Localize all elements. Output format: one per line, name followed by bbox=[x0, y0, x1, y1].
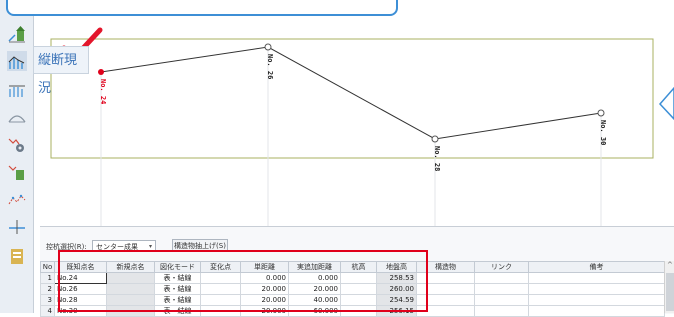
column-header[interactable]: 新規点名 bbox=[106, 261, 155, 273]
row-number: 2 bbox=[40, 283, 55, 295]
point-label: No. 24 bbox=[99, 79, 107, 104]
structure-cell[interactable] bbox=[416, 294, 475, 306]
chevron-up-icon[interactable]: ^ bbox=[667, 261, 673, 269]
column-header[interactable]: 地盤高 bbox=[376, 261, 417, 273]
column-header[interactable]: 杭高 bbox=[340, 261, 377, 273]
stake-select[interactable]: センター成果 ▾ bbox=[92, 240, 156, 252]
ground-profile-line bbox=[100, 46, 602, 140]
single-distance-cell[interactable]: 20.000 bbox=[240, 283, 289, 295]
single-distance-cell[interactable]: 20.000 bbox=[240, 305, 289, 317]
known-point-cell[interactable]: No.28 bbox=[54, 294, 107, 306]
table-row[interactable]: 3 No.28 表・結線 20.000 40.000 254.59 bbox=[40, 294, 665, 306]
column-header[interactable]: 構造物 bbox=[416, 261, 475, 273]
ground-height-cell[interactable]: 254.59 bbox=[376, 294, 417, 306]
note-cell[interactable] bbox=[528, 272, 665, 284]
stake-height-cell[interactable] bbox=[340, 272, 377, 284]
structure-cell[interactable] bbox=[416, 283, 475, 295]
link-cell[interactable] bbox=[474, 272, 529, 284]
document-icon[interactable] bbox=[7, 246, 27, 266]
ground-height-cell[interactable]: 256.15 bbox=[376, 305, 417, 317]
table-row[interactable]: 4 No.30 表・結線 20.000 60.000 256.15 bbox=[40, 305, 665, 317]
collapse-arrow-icon[interactable] bbox=[658, 86, 674, 121]
stake-height-cell[interactable] bbox=[340, 283, 377, 295]
known-point-cell[interactable]: No.24 bbox=[54, 272, 107, 284]
link-cell[interactable] bbox=[474, 305, 529, 317]
mode-cell[interactable]: 表・結線 bbox=[154, 294, 201, 306]
note-cell[interactable] bbox=[528, 294, 665, 306]
link-cell[interactable] bbox=[474, 283, 529, 295]
profile-view: No. 24 No. 26 No. 28 No. 30 bbox=[50, 27, 674, 230]
note-cell[interactable] bbox=[528, 305, 665, 317]
row-number: 1 bbox=[40, 272, 55, 284]
new-point-cell[interactable] bbox=[106, 305, 155, 317]
mode-cell[interactable]: 表・結線 bbox=[154, 272, 201, 284]
profile-point[interactable] bbox=[264, 43, 272, 51]
point-label: No. 26 bbox=[266, 54, 274, 79]
stake-height-cell[interactable] bbox=[340, 294, 377, 306]
structure-cell[interactable] bbox=[416, 272, 475, 284]
vertical-scrollbar[interactable]: ^ bbox=[664, 261, 674, 313]
point-label: No. 28 bbox=[433, 146, 441, 171]
tool-tooltip: 縦断現況 bbox=[33, 46, 89, 96]
new-point-cell[interactable] bbox=[106, 283, 155, 295]
cumulative-distance-cell[interactable]: 40.000 bbox=[288, 294, 341, 306]
change-point-cell[interactable] bbox=[200, 272, 241, 284]
table-header-row: No 既知点名 新規点名 図化モード 変化点 単距離 実追加距離 杭高 地盤高 … bbox=[40, 261, 665, 273]
single-distance-cell[interactable]: 20.000 bbox=[240, 294, 289, 306]
column-header[interactable]: 単距離 bbox=[240, 261, 289, 273]
column-header[interactable]: 既知点名 bbox=[54, 261, 107, 273]
link-cell[interactable] bbox=[474, 294, 529, 306]
table-row[interactable]: 2 No.26 表・結線 20.000 20.000 260.00 bbox=[40, 283, 665, 295]
column-header[interactable]: 図化モード bbox=[154, 261, 201, 273]
scrollbar-thumb[interactable] bbox=[666, 273, 674, 311]
select-label: 控杭選択(R): bbox=[46, 243, 87, 251]
change-point-cell[interactable] bbox=[200, 283, 241, 295]
structure-button[interactable]: 構造物抽上げ(S) bbox=[172, 239, 228, 252]
row-number: 3 bbox=[40, 294, 55, 306]
column-header[interactable]: No bbox=[40, 261, 55, 273]
row-number: 4 bbox=[40, 305, 55, 317]
profile-point[interactable] bbox=[431, 135, 439, 143]
column-header[interactable]: 変化点 bbox=[200, 261, 241, 273]
select-value: センター成果 bbox=[96, 243, 138, 251]
ground-height-cell[interactable]: 260.00 bbox=[376, 283, 417, 295]
new-point-cell[interactable] bbox=[106, 294, 155, 306]
column-header[interactable]: 備考 bbox=[528, 261, 665, 273]
profile-frame bbox=[50, 38, 654, 159]
cumulative-distance-cell[interactable]: 20.000 bbox=[288, 283, 341, 295]
stake-height-cell[interactable] bbox=[340, 305, 377, 317]
change-point-cell[interactable] bbox=[200, 305, 241, 317]
structure-cell[interactable] bbox=[416, 305, 475, 317]
profile-point[interactable] bbox=[98, 69, 104, 75]
profile-point[interactable] bbox=[597, 109, 605, 117]
known-point-cell[interactable]: No.30 bbox=[54, 305, 107, 317]
known-point-cell[interactable]: No.26 bbox=[54, 283, 107, 295]
cumulative-distance-cell[interactable]: 0.000 bbox=[288, 272, 341, 284]
chevron-down-icon: ▾ bbox=[148, 243, 152, 250]
cumulative-distance-cell[interactable]: 60.000 bbox=[288, 305, 341, 317]
column-header[interactable]: 実追加距離 bbox=[288, 261, 341, 273]
mode-cell[interactable]: 表・結線 bbox=[154, 305, 201, 317]
change-point-cell[interactable] bbox=[200, 294, 241, 306]
data-table: No 既知点名 新規点名 図化モード 変化点 単距離 実追加距離 杭高 地盤高 … bbox=[40, 261, 665, 317]
mode-cell[interactable]: 表・結線 bbox=[154, 283, 201, 295]
point-label: No. 30 bbox=[599, 120, 607, 145]
column-header[interactable]: リンク bbox=[474, 261, 529, 273]
table-row[interactable]: 1 No.24 表・結線 0.000 0.000 258.53 bbox=[40, 272, 665, 284]
new-point-cell[interactable] bbox=[106, 272, 155, 284]
note-cell[interactable] bbox=[528, 283, 665, 295]
ground-height-cell[interactable]: 258.53 bbox=[376, 272, 417, 284]
single-distance-cell[interactable]: 0.000 bbox=[240, 272, 289, 284]
